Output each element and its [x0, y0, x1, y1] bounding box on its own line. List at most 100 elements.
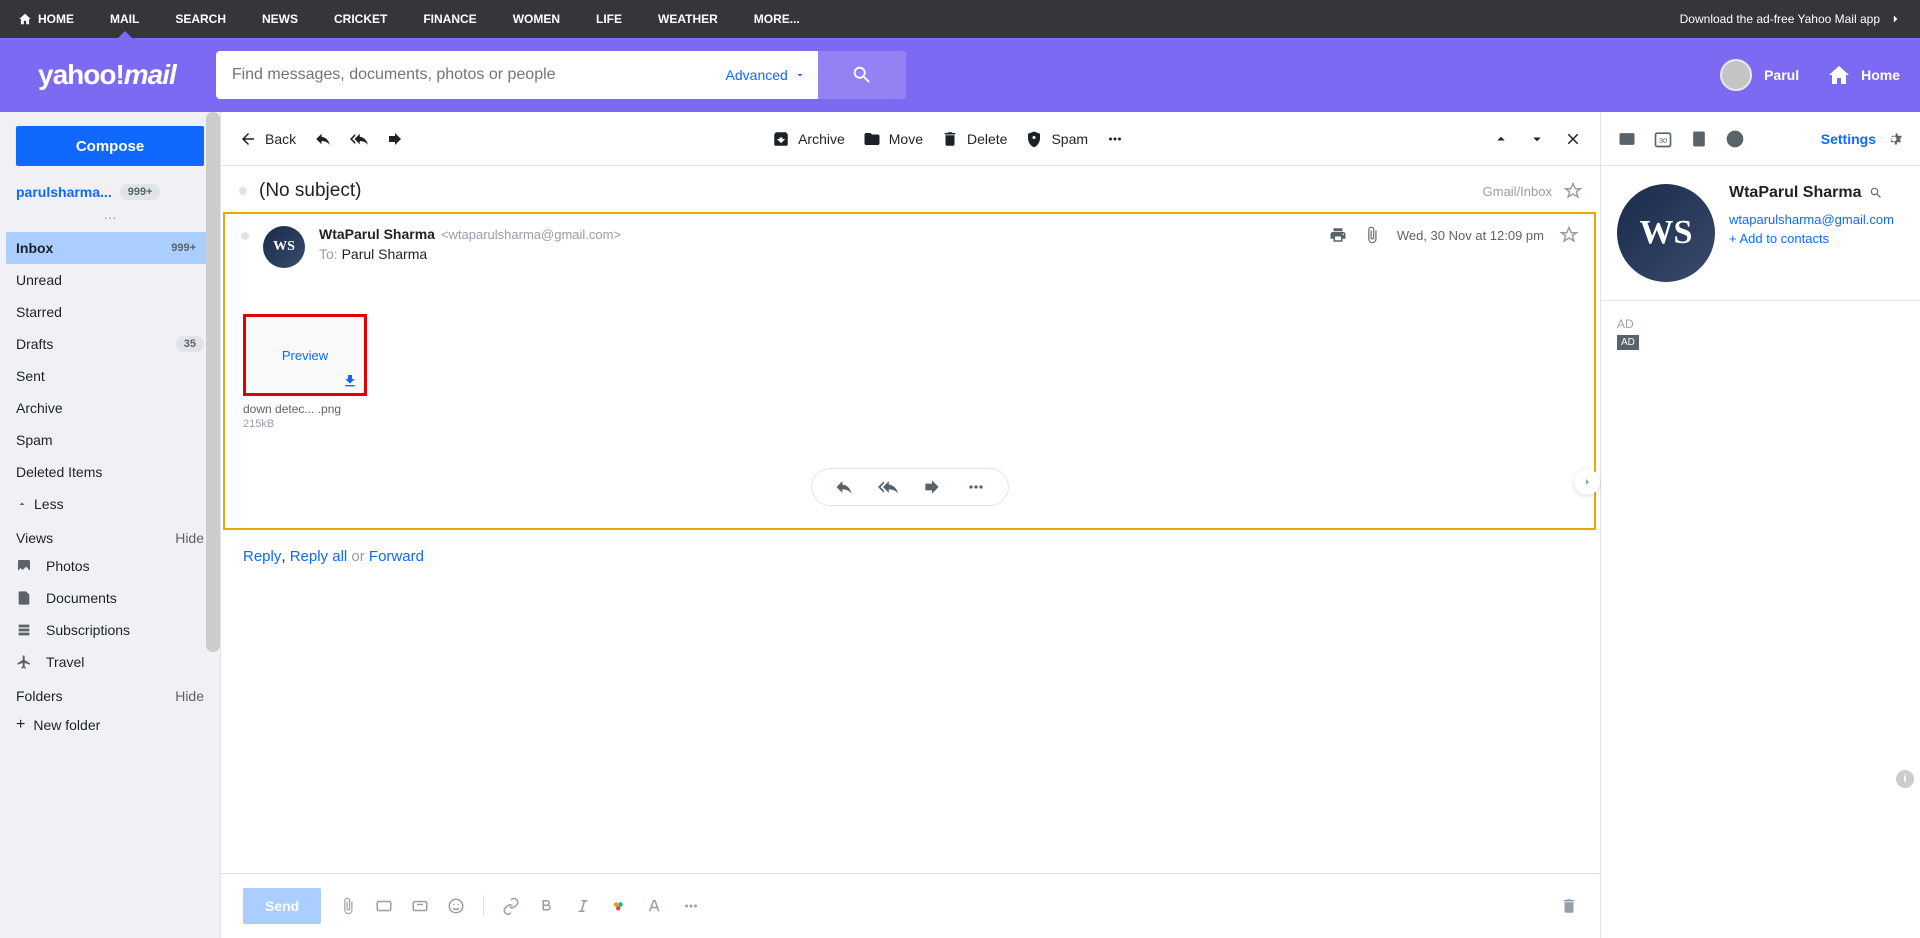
contact-card-icon[interactable]: [1617, 129, 1637, 149]
delete-button[interactable]: Delete: [941, 130, 1007, 148]
folder-starred[interactable]: Starred: [6, 296, 214, 328]
link-icon[interactable]: [502, 897, 520, 915]
print-icon[interactable]: [1329, 226, 1347, 244]
next-msg[interactable]: [1528, 130, 1546, 148]
back-button[interactable]: Back: [239, 130, 296, 148]
account-more[interactable]: …: [16, 206, 204, 222]
home-button[interactable]: Home: [1827, 63, 1900, 87]
more-button[interactable]: [1106, 130, 1124, 148]
user-menu[interactable]: Parul: [1720, 59, 1799, 91]
gear-icon: [1884, 129, 1904, 149]
folder-drafts[interactable]: Drafts35: [6, 328, 214, 360]
gif-icon[interactable]: [375, 897, 393, 915]
search-button[interactable]: [818, 51, 906, 99]
info-badge[interactable]: i: [1896, 770, 1914, 788]
message-container: WS WtaParul Sharma <wtaparulsharma@gmail…: [223, 212, 1596, 530]
logo[interactable]: yahoo!mail: [38, 59, 176, 91]
nav-news[interactable]: NEWS: [262, 12, 298, 26]
reply-all-button[interactable]: [350, 130, 368, 148]
nav-women[interactable]: WOMEN: [513, 12, 560, 26]
settings-link[interactable]: Settings: [1821, 129, 1904, 149]
nav-weather[interactable]: WEATHER: [658, 12, 718, 26]
compose-button[interactable]: Compose: [16, 126, 204, 166]
italic-icon[interactable]: [574, 897, 592, 915]
nav-more[interactable]: MORE...: [754, 12, 800, 26]
photos-icon: [16, 558, 32, 574]
less-toggle[interactable]: Less: [16, 488, 204, 520]
view-photos[interactable]: Photos: [16, 550, 204, 582]
star-icon[interactable]: [1564, 182, 1582, 200]
more-format-icon[interactable]: [682, 897, 700, 915]
sidebar-scrollbar[interactable]: [206, 112, 220, 652]
bold-icon[interactable]: [538, 897, 556, 915]
font-icon[interactable]: [646, 897, 664, 915]
color-icon[interactable]: [610, 897, 628, 915]
folder-spam[interactable]: Spam: [6, 424, 214, 456]
subject-row: (No subject) Gmail/Inbox: [221, 166, 1600, 212]
archive-button[interactable]: Archive: [772, 130, 845, 148]
advanced-search[interactable]: Advanced: [714, 67, 818, 83]
nav-home[interactable]: HOME: [18, 12, 74, 26]
next-arrow[interactable]: [1574, 469, 1600, 495]
folder-inbox[interactable]: Inbox999+: [6, 232, 214, 264]
send-button[interactable]: Send: [243, 888, 321, 924]
folders-hide[interactable]: Hide: [175, 688, 204, 704]
forward-button[interactable]: [386, 130, 404, 148]
svg-text:30: 30: [1659, 136, 1667, 145]
contact-card: WS WtaParul Sharma wtaparulsharma@gmail.…: [1601, 166, 1920, 301]
add-contact[interactable]: + Add to contacts: [1729, 231, 1894, 246]
attachment-thumbnail[interactable]: Preview: [243, 314, 367, 396]
stationery-icon[interactable]: [411, 897, 429, 915]
reply-link[interactable]: Reply: [243, 548, 281, 565]
caret-up-icon: [1492, 130, 1510, 148]
from-name: WtaParul Sharma: [319, 226, 435, 242]
compose-bar: Send: [221, 873, 1600, 938]
nav-finance[interactable]: FINANCE: [423, 12, 476, 26]
trash-icon[interactable]: [1560, 897, 1578, 915]
promo-link[interactable]: Download the ad-free Yahoo Mail app: [1680, 12, 1902, 26]
attachment[interactable]: Preview down detec... .png 215kB: [243, 314, 367, 430]
folder-deleted[interactable]: Deleted Items: [6, 456, 214, 488]
contact-email[interactable]: wtaparulsharma@gmail.com: [1729, 212, 1894, 227]
reply-icon[interactable]: [834, 477, 854, 497]
new-folder[interactable]: + New folder: [16, 708, 204, 742]
nav-mail[interactable]: MAIL: [110, 12, 139, 26]
download-icon[interactable]: [342, 373, 358, 389]
delete-icon: [941, 130, 959, 148]
folder-archive[interactable]: Archive: [6, 392, 214, 424]
view-travel[interactable]: Travel: [16, 646, 204, 678]
attach-icon[interactable]: [339, 897, 357, 915]
help-icon[interactable]: [1725, 129, 1745, 149]
chevron-up-icon: [16, 498, 28, 510]
reply-button[interactable]: [314, 130, 332, 148]
nav-search[interactable]: SEARCH: [175, 12, 226, 26]
star-icon[interactable]: [1560, 226, 1578, 244]
forward-icon[interactable]: [922, 477, 942, 497]
view-subscriptions[interactable]: Subscriptions: [16, 614, 204, 646]
move-button[interactable]: Move: [863, 130, 923, 148]
divider: [483, 895, 484, 917]
documents-icon: [16, 590, 32, 606]
search-input[interactable]: [216, 66, 714, 84]
forward-link[interactable]: Forward: [369, 548, 424, 565]
spam-button[interactable]: Spam: [1025, 130, 1088, 148]
account-row[interactable]: parulsharma... 999+: [16, 184, 204, 200]
notes-icon[interactable]: [1689, 129, 1709, 149]
avatar: [1720, 59, 1752, 91]
nav-cricket[interactable]: CRICKET: [334, 12, 387, 26]
calendar-icon[interactable]: 30: [1653, 129, 1673, 149]
nav-life[interactable]: LIFE: [596, 12, 622, 26]
emoji-icon[interactable]: [447, 897, 465, 915]
reply-all-link[interactable]: Reply all: [290, 548, 348, 565]
close-button[interactable]: [1564, 130, 1582, 148]
search-icon[interactable]: [1869, 186, 1883, 200]
reply-all-icon[interactable]: [878, 477, 898, 497]
reply-all-icon: [350, 130, 368, 148]
views-hide[interactable]: Hide: [175, 530, 204, 546]
view-documents[interactable]: Documents: [16, 582, 204, 614]
more-icon[interactable]: [966, 477, 986, 497]
prev-msg[interactable]: [1492, 130, 1510, 148]
folder-unread[interactable]: Unread: [6, 264, 214, 296]
folder-sent[interactable]: Sent: [6, 360, 214, 392]
attachment-icon[interactable]: [1363, 226, 1381, 244]
